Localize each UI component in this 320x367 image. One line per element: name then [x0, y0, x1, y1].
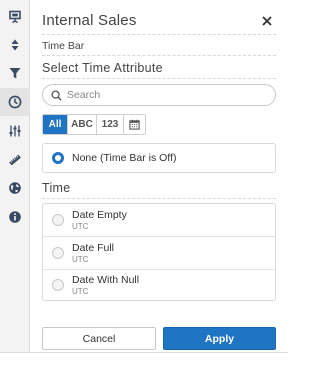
- bottom-bar: [0, 352, 288, 367]
- apply-button[interactable]: Apply: [163, 327, 276, 350]
- radio-option-date-empty[interactable]: Date Empty UTC: [43, 204, 275, 236]
- filter-date-button[interactable]: [124, 115, 145, 134]
- sidebar-item-map[interactable]: [0, 174, 30, 202]
- divider: [42, 55, 276, 56]
- option-timezone: UTC: [72, 222, 89, 231]
- radio-option-date-full[interactable]: Date Full UTC: [43, 236, 275, 269]
- globe-icon: [9, 182, 21, 194]
- sidebar-item-sort[interactable]: [0, 31, 30, 59]
- option-label: Date With Null: [72, 274, 140, 286]
- radio-button[interactable]: [52, 152, 64, 164]
- sidebar-item-presentation[interactable]: [0, 3, 30, 31]
- panel-subtitle: Time Bar: [42, 40, 85, 52]
- cancel-button[interactable]: Cancel: [42, 327, 156, 350]
- time-bar-panel: Internal Sales Time Bar Select Time Attr…: [30, 0, 288, 352]
- sidebar: [0, 0, 30, 352]
- search-box[interactable]: [42, 84, 276, 106]
- filter-number-button[interactable]: 123: [97, 115, 124, 134]
- radio-option-date-with-null[interactable]: Date With Null UTC: [43, 269, 275, 300]
- ruler-icon: [9, 154, 21, 166]
- none-option-card: None (Time Bar is Off): [42, 143, 276, 173]
- sliders-icon: [9, 125, 21, 137]
- filter-all-button[interactable]: All: [43, 115, 68, 134]
- search-icon: [51, 89, 62, 101]
- option-timezone: UTC: [72, 287, 89, 296]
- app-root: Internal Sales Time Bar Select Time Attr…: [0, 0, 288, 367]
- clock-icon: [8, 95, 22, 109]
- info-icon: [9, 211, 21, 223]
- option-label: Date Full: [72, 242, 115, 254]
- option-timezone: UTC: [72, 255, 89, 264]
- radio-option-none[interactable]: None (Time Bar is Off): [43, 144, 275, 172]
- close-icon[interactable]: [260, 14, 274, 28]
- option-label: Date Empty: [72, 209, 127, 221]
- sidebar-item-measure[interactable]: [0, 146, 30, 174]
- option-label: None (Time Bar is Off): [72, 152, 177, 164]
- radio-button[interactable]: [52, 214, 64, 226]
- divider: [42, 78, 276, 79]
- sidebar-item-settings[interactable]: [0, 117, 30, 145]
- sidebar-item-time[interactable]: [0, 88, 30, 116]
- sidebar-item-filter[interactable]: [0, 59, 30, 87]
- filter-text-button[interactable]: ABC: [68, 115, 97, 134]
- calendar-icon: [129, 119, 140, 130]
- sidebar-item-info[interactable]: [0, 203, 30, 231]
- presentation-icon: [9, 10, 21, 24]
- filter-icon: [9, 68, 21, 79]
- section-heading: Select Time Attribute: [42, 61, 163, 75]
- search-input[interactable]: [67, 89, 267, 101]
- type-filter-group: All ABC 123: [42, 114, 146, 135]
- time-heading: Time: [42, 181, 71, 195]
- divider: [42, 34, 276, 35]
- sort-icon: [11, 39, 19, 51]
- panel-title: Internal Sales: [42, 12, 137, 29]
- time-attribute-list: Date Empty UTC Date Full UTC Date With N…: [42, 203, 276, 301]
- divider: [42, 198, 276, 199]
- radio-button[interactable]: [52, 247, 64, 259]
- radio-button[interactable]: [52, 279, 64, 291]
